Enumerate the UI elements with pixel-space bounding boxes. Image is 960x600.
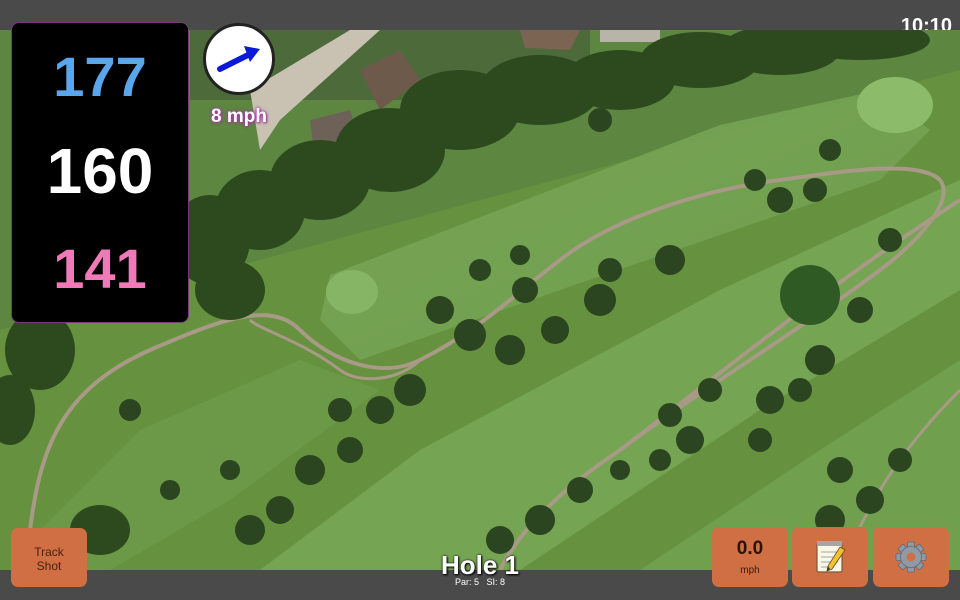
track-shot-button[interactable]: Track Shot (11, 528, 87, 587)
hole-si: SI: 8 (486, 577, 506, 587)
middle-yardage: 160 (46, 135, 154, 207)
gear-icon (895, 541, 927, 573)
speed-button[interactable]: 0.0 mph (712, 527, 788, 587)
arrow-right-icon (217, 46, 260, 72)
wind-indicator (203, 23, 275, 95)
yardage-panel: 177 160 141 (11, 22, 189, 323)
front-yardage: 141 (53, 237, 147, 300)
back-yardage: 177 (53, 45, 147, 108)
speed-value: 0.0 (736, 538, 764, 559)
notes-button[interactable] (792, 527, 868, 587)
hole-par: Par: 5 (454, 577, 479, 587)
speed-unit: mph (740, 565, 760, 576)
wind-speed: 8 mph (211, 106, 267, 127)
settings-button[interactable] (873, 527, 949, 587)
hole-info: Par: 5 SI: 8 (380, 577, 580, 587)
track-shot-label-line2: Shot (36, 559, 62, 573)
track-shot-label-line1: Track (34, 545, 64, 559)
notepad-icon (816, 541, 846, 573)
